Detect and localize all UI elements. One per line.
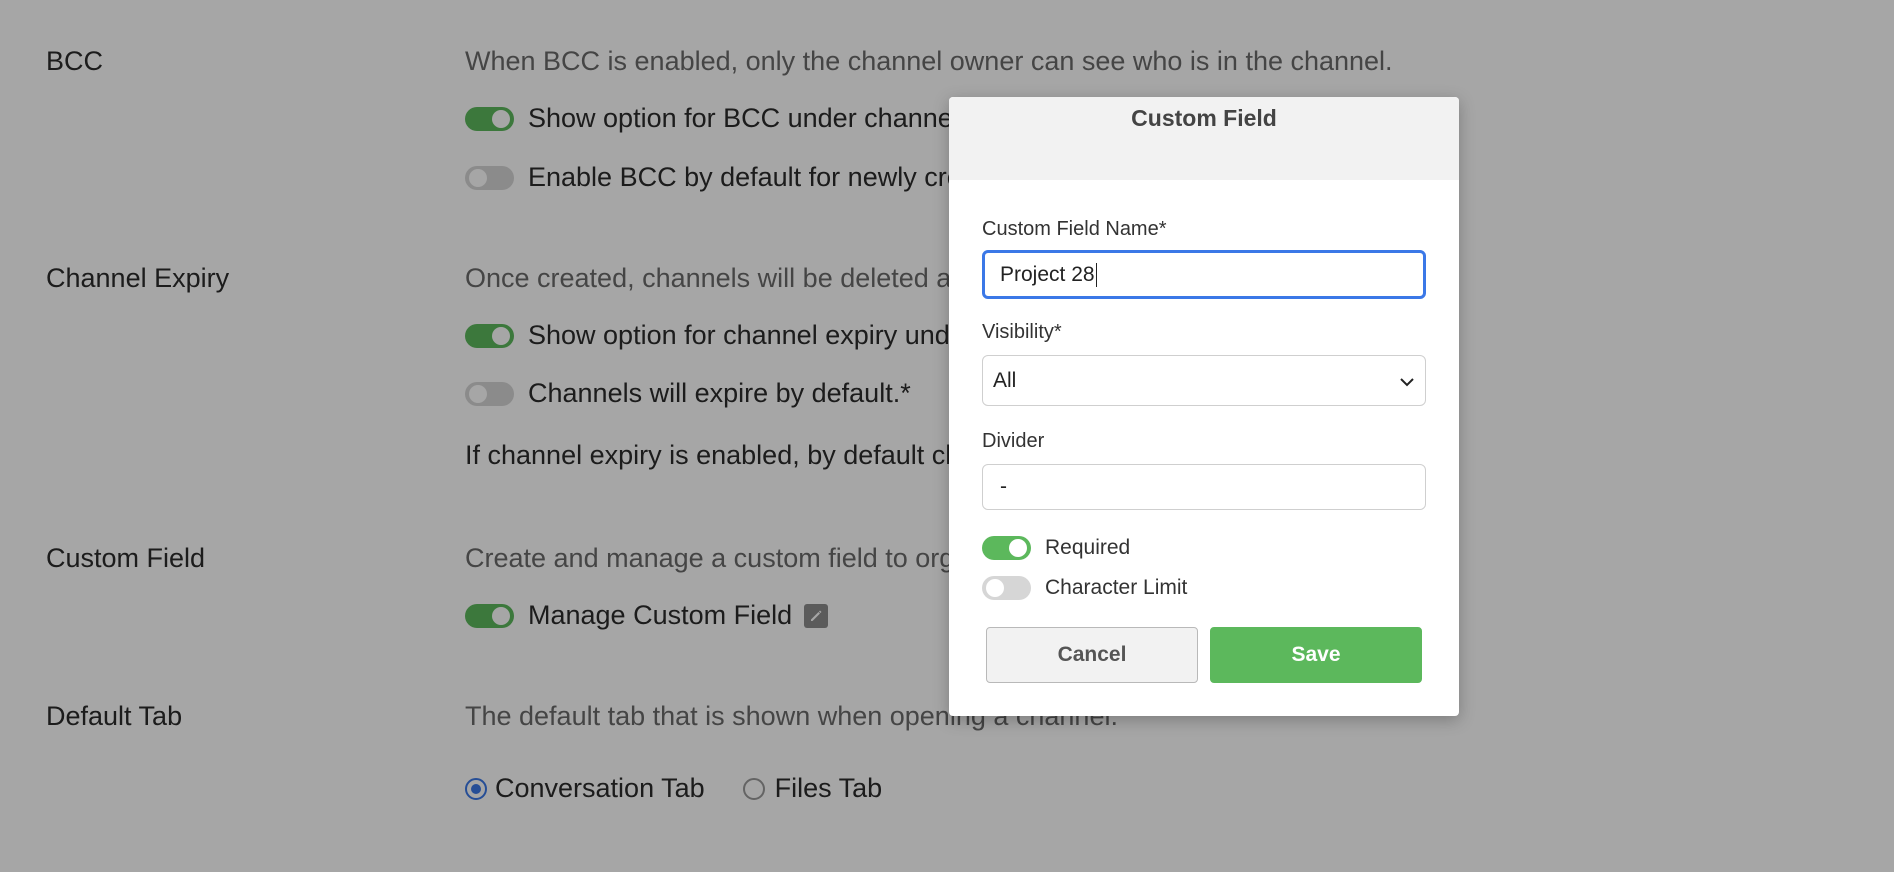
visibility-label: Visibility* (982, 321, 1062, 343)
save-button[interactable]: Save (1210, 627, 1422, 683)
modal-title: Custom Field (1131, 105, 1277, 131)
text-caret (1095, 262, 1097, 287)
required-toggle[interactable] (982, 536, 1031, 560)
divider-input[interactable]: - (982, 464, 1426, 510)
character-limit-toggle[interactable] (982, 576, 1031, 600)
modal-backdrop[interactable] (0, 0, 1894, 872)
custom-field-name-input[interactable]: Project 28 (982, 250, 1426, 299)
divider-value: - (1000, 475, 1007, 498)
required-row: Required (982, 536, 1130, 560)
cancel-button[interactable]: Cancel (986, 627, 1198, 683)
visibility-selected-value: All (993, 368, 1017, 392)
chevron-down-icon (1399, 369, 1415, 393)
custom-field-name-label: Custom Field Name* (982, 218, 1167, 240)
modal-header: Custom Field (949, 97, 1459, 180)
character-limit-label: Character Limit (1045, 576, 1188, 599)
custom-field-name-value: Project 28 (1000, 262, 1095, 286)
custom-field-modal: Custom Field Custom Field Name* Project … (949, 97, 1459, 716)
divider-label: Divider (982, 430, 1045, 452)
character-limit-row: Character Limit (982, 576, 1187, 600)
visibility-select[interactable]: All (982, 355, 1426, 406)
required-label: Required (1045, 536, 1131, 559)
